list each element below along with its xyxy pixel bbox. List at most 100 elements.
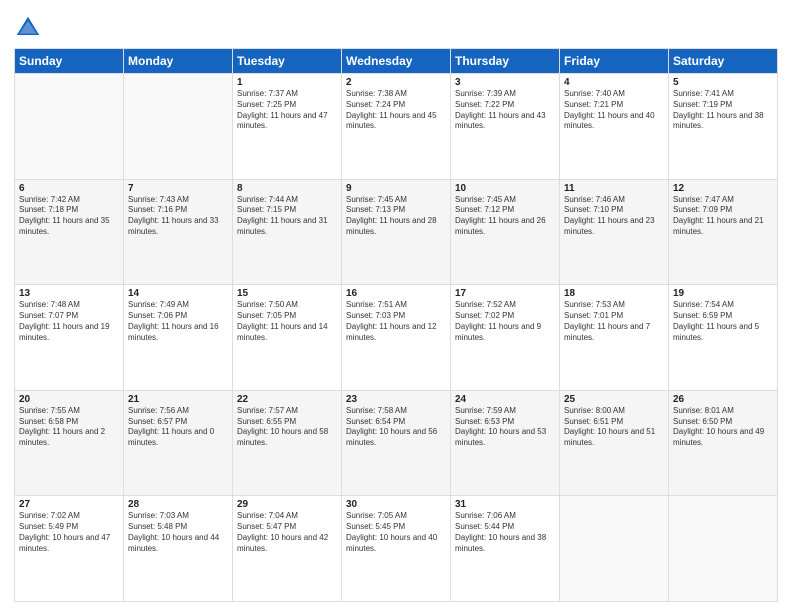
day-info: Sunrise: 7:57 AMSunset: 6:55 PMDaylight:… [237, 406, 337, 449]
calendar-cell: 19Sunrise: 7:54 AMSunset: 6:59 PMDayligh… [669, 285, 778, 391]
day-info: Sunrise: 7:45 AMSunset: 7:13 PMDaylight:… [346, 195, 446, 238]
calendar-cell: 16Sunrise: 7:51 AMSunset: 7:03 PMDayligh… [342, 285, 451, 391]
day-number: 9 [346, 183, 446, 194]
calendar-header-saturday: Saturday [669, 49, 778, 74]
day-number: 4 [564, 77, 664, 88]
calendar-cell: 15Sunrise: 7:50 AMSunset: 7:05 PMDayligh… [233, 285, 342, 391]
calendar-header-thursday: Thursday [451, 49, 560, 74]
day-info: Sunrise: 7:05 AMSunset: 5:45 PMDaylight:… [346, 511, 446, 554]
calendar-cell: 10Sunrise: 7:45 AMSunset: 7:12 PMDayligh… [451, 179, 560, 285]
day-info: Sunrise: 7:56 AMSunset: 6:57 PMDaylight:… [128, 406, 228, 449]
day-number: 6 [19, 183, 119, 194]
day-info: Sunrise: 7:06 AMSunset: 5:44 PMDaylight:… [455, 511, 555, 554]
day-number: 10 [455, 183, 555, 194]
day-number: 22 [237, 394, 337, 405]
day-info: Sunrise: 7:51 AMSunset: 7:03 PMDaylight:… [346, 300, 446, 343]
day-info: Sunrise: 7:43 AMSunset: 7:16 PMDaylight:… [128, 195, 228, 238]
header [14, 10, 778, 42]
day-number: 14 [128, 288, 228, 299]
day-number: 15 [237, 288, 337, 299]
day-info: Sunrise: 7:45 AMSunset: 7:12 PMDaylight:… [455, 195, 555, 238]
calendar-cell: 25Sunrise: 8:00 AMSunset: 6:51 PMDayligh… [560, 390, 669, 496]
calendar-cell: 28Sunrise: 7:03 AMSunset: 5:48 PMDayligh… [124, 496, 233, 602]
calendar-week-row: 6Sunrise: 7:42 AMSunset: 7:18 PMDaylight… [15, 179, 778, 285]
logo [14, 14, 46, 42]
day-number: 23 [346, 394, 446, 405]
day-number: 7 [128, 183, 228, 194]
calendar-cell: 4Sunrise: 7:40 AMSunset: 7:21 PMDaylight… [560, 74, 669, 180]
calendar-cell: 31Sunrise: 7:06 AMSunset: 5:44 PMDayligh… [451, 496, 560, 602]
day-number: 5 [673, 77, 773, 88]
calendar-header-sunday: Sunday [15, 49, 124, 74]
day-info: Sunrise: 7:50 AMSunset: 7:05 PMDaylight:… [237, 300, 337, 343]
day-number: 31 [455, 499, 555, 510]
day-info: Sunrise: 7:42 AMSunset: 7:18 PMDaylight:… [19, 195, 119, 238]
day-number: 13 [19, 288, 119, 299]
day-info: Sunrise: 7:40 AMSunset: 7:21 PMDaylight:… [564, 89, 664, 132]
calendar-header-tuesday: Tuesday [233, 49, 342, 74]
day-info: Sunrise: 7:04 AMSunset: 5:47 PMDaylight:… [237, 511, 337, 554]
day-info: Sunrise: 7:02 AMSunset: 5:49 PMDaylight:… [19, 511, 119, 554]
day-info: Sunrise: 7:55 AMSunset: 6:58 PMDaylight:… [19, 406, 119, 449]
day-number: 21 [128, 394, 228, 405]
day-info: Sunrise: 7:41 AMSunset: 7:19 PMDaylight:… [673, 89, 773, 132]
day-number: 24 [455, 394, 555, 405]
day-number: 26 [673, 394, 773, 405]
calendar-week-row: 27Sunrise: 7:02 AMSunset: 5:49 PMDayligh… [15, 496, 778, 602]
calendar-cell: 29Sunrise: 7:04 AMSunset: 5:47 PMDayligh… [233, 496, 342, 602]
day-info: Sunrise: 7:59 AMSunset: 6:53 PMDaylight:… [455, 406, 555, 449]
logo-icon [14, 14, 42, 42]
day-info: Sunrise: 7:46 AMSunset: 7:10 PMDaylight:… [564, 195, 664, 238]
calendar-cell: 21Sunrise: 7:56 AMSunset: 6:57 PMDayligh… [124, 390, 233, 496]
day-info: Sunrise: 7:49 AMSunset: 7:06 PMDaylight:… [128, 300, 228, 343]
day-info: Sunrise: 7:52 AMSunset: 7:02 PMDaylight:… [455, 300, 555, 343]
calendar-cell: 23Sunrise: 7:58 AMSunset: 6:54 PMDayligh… [342, 390, 451, 496]
day-info: Sunrise: 7:44 AMSunset: 7:15 PMDaylight:… [237, 195, 337, 238]
calendar-cell: 5Sunrise: 7:41 AMSunset: 7:19 PMDaylight… [669, 74, 778, 180]
calendar-cell: 24Sunrise: 7:59 AMSunset: 6:53 PMDayligh… [451, 390, 560, 496]
calendar-header-monday: Monday [124, 49, 233, 74]
calendar-cell [560, 496, 669, 602]
calendar-cell: 9Sunrise: 7:45 AMSunset: 7:13 PMDaylight… [342, 179, 451, 285]
calendar-cell: 30Sunrise: 7:05 AMSunset: 5:45 PMDayligh… [342, 496, 451, 602]
calendar-cell: 2Sunrise: 7:38 AMSunset: 7:24 PMDaylight… [342, 74, 451, 180]
day-info: Sunrise: 7:39 AMSunset: 7:22 PMDaylight:… [455, 89, 555, 132]
calendar-cell: 18Sunrise: 7:53 AMSunset: 7:01 PMDayligh… [560, 285, 669, 391]
day-number: 8 [237, 183, 337, 194]
day-number: 20 [19, 394, 119, 405]
day-info: Sunrise: 8:00 AMSunset: 6:51 PMDaylight:… [564, 406, 664, 449]
day-info: Sunrise: 7:58 AMSunset: 6:54 PMDaylight:… [346, 406, 446, 449]
day-info: Sunrise: 7:48 AMSunset: 7:07 PMDaylight:… [19, 300, 119, 343]
day-number: 2 [346, 77, 446, 88]
day-number: 27 [19, 499, 119, 510]
page: SundayMondayTuesdayWednesdayThursdayFrid… [0, 0, 792, 612]
day-info: Sunrise: 7:38 AMSunset: 7:24 PMDaylight:… [346, 89, 446, 132]
day-number: 11 [564, 183, 664, 194]
calendar-cell [669, 496, 778, 602]
calendar-cell: 3Sunrise: 7:39 AMSunset: 7:22 PMDaylight… [451, 74, 560, 180]
day-number: 12 [673, 183, 773, 194]
calendar-table: SundayMondayTuesdayWednesdayThursdayFrid… [14, 48, 778, 602]
calendar-cell: 7Sunrise: 7:43 AMSunset: 7:16 PMDaylight… [124, 179, 233, 285]
day-info: Sunrise: 7:47 AMSunset: 7:09 PMDaylight:… [673, 195, 773, 238]
calendar-cell: 14Sunrise: 7:49 AMSunset: 7:06 PMDayligh… [124, 285, 233, 391]
day-info: Sunrise: 7:37 AMSunset: 7:25 PMDaylight:… [237, 89, 337, 132]
calendar-cell: 27Sunrise: 7:02 AMSunset: 5:49 PMDayligh… [15, 496, 124, 602]
calendar-cell [15, 74, 124, 180]
calendar-cell: 8Sunrise: 7:44 AMSunset: 7:15 PMDaylight… [233, 179, 342, 285]
calendar-cell: 1Sunrise: 7:37 AMSunset: 7:25 PMDaylight… [233, 74, 342, 180]
day-info: Sunrise: 7:54 AMSunset: 6:59 PMDaylight:… [673, 300, 773, 343]
calendar-cell: 22Sunrise: 7:57 AMSunset: 6:55 PMDayligh… [233, 390, 342, 496]
calendar-week-row: 1Sunrise: 7:37 AMSunset: 7:25 PMDaylight… [15, 74, 778, 180]
calendar-cell: 11Sunrise: 7:46 AMSunset: 7:10 PMDayligh… [560, 179, 669, 285]
day-number: 1 [237, 77, 337, 88]
day-number: 29 [237, 499, 337, 510]
day-number: 18 [564, 288, 664, 299]
calendar-week-row: 20Sunrise: 7:55 AMSunset: 6:58 PMDayligh… [15, 390, 778, 496]
calendar-header-friday: Friday [560, 49, 669, 74]
calendar-header-wednesday: Wednesday [342, 49, 451, 74]
calendar-cell: 17Sunrise: 7:52 AMSunset: 7:02 PMDayligh… [451, 285, 560, 391]
day-number: 3 [455, 77, 555, 88]
day-number: 16 [346, 288, 446, 299]
day-number: 17 [455, 288, 555, 299]
